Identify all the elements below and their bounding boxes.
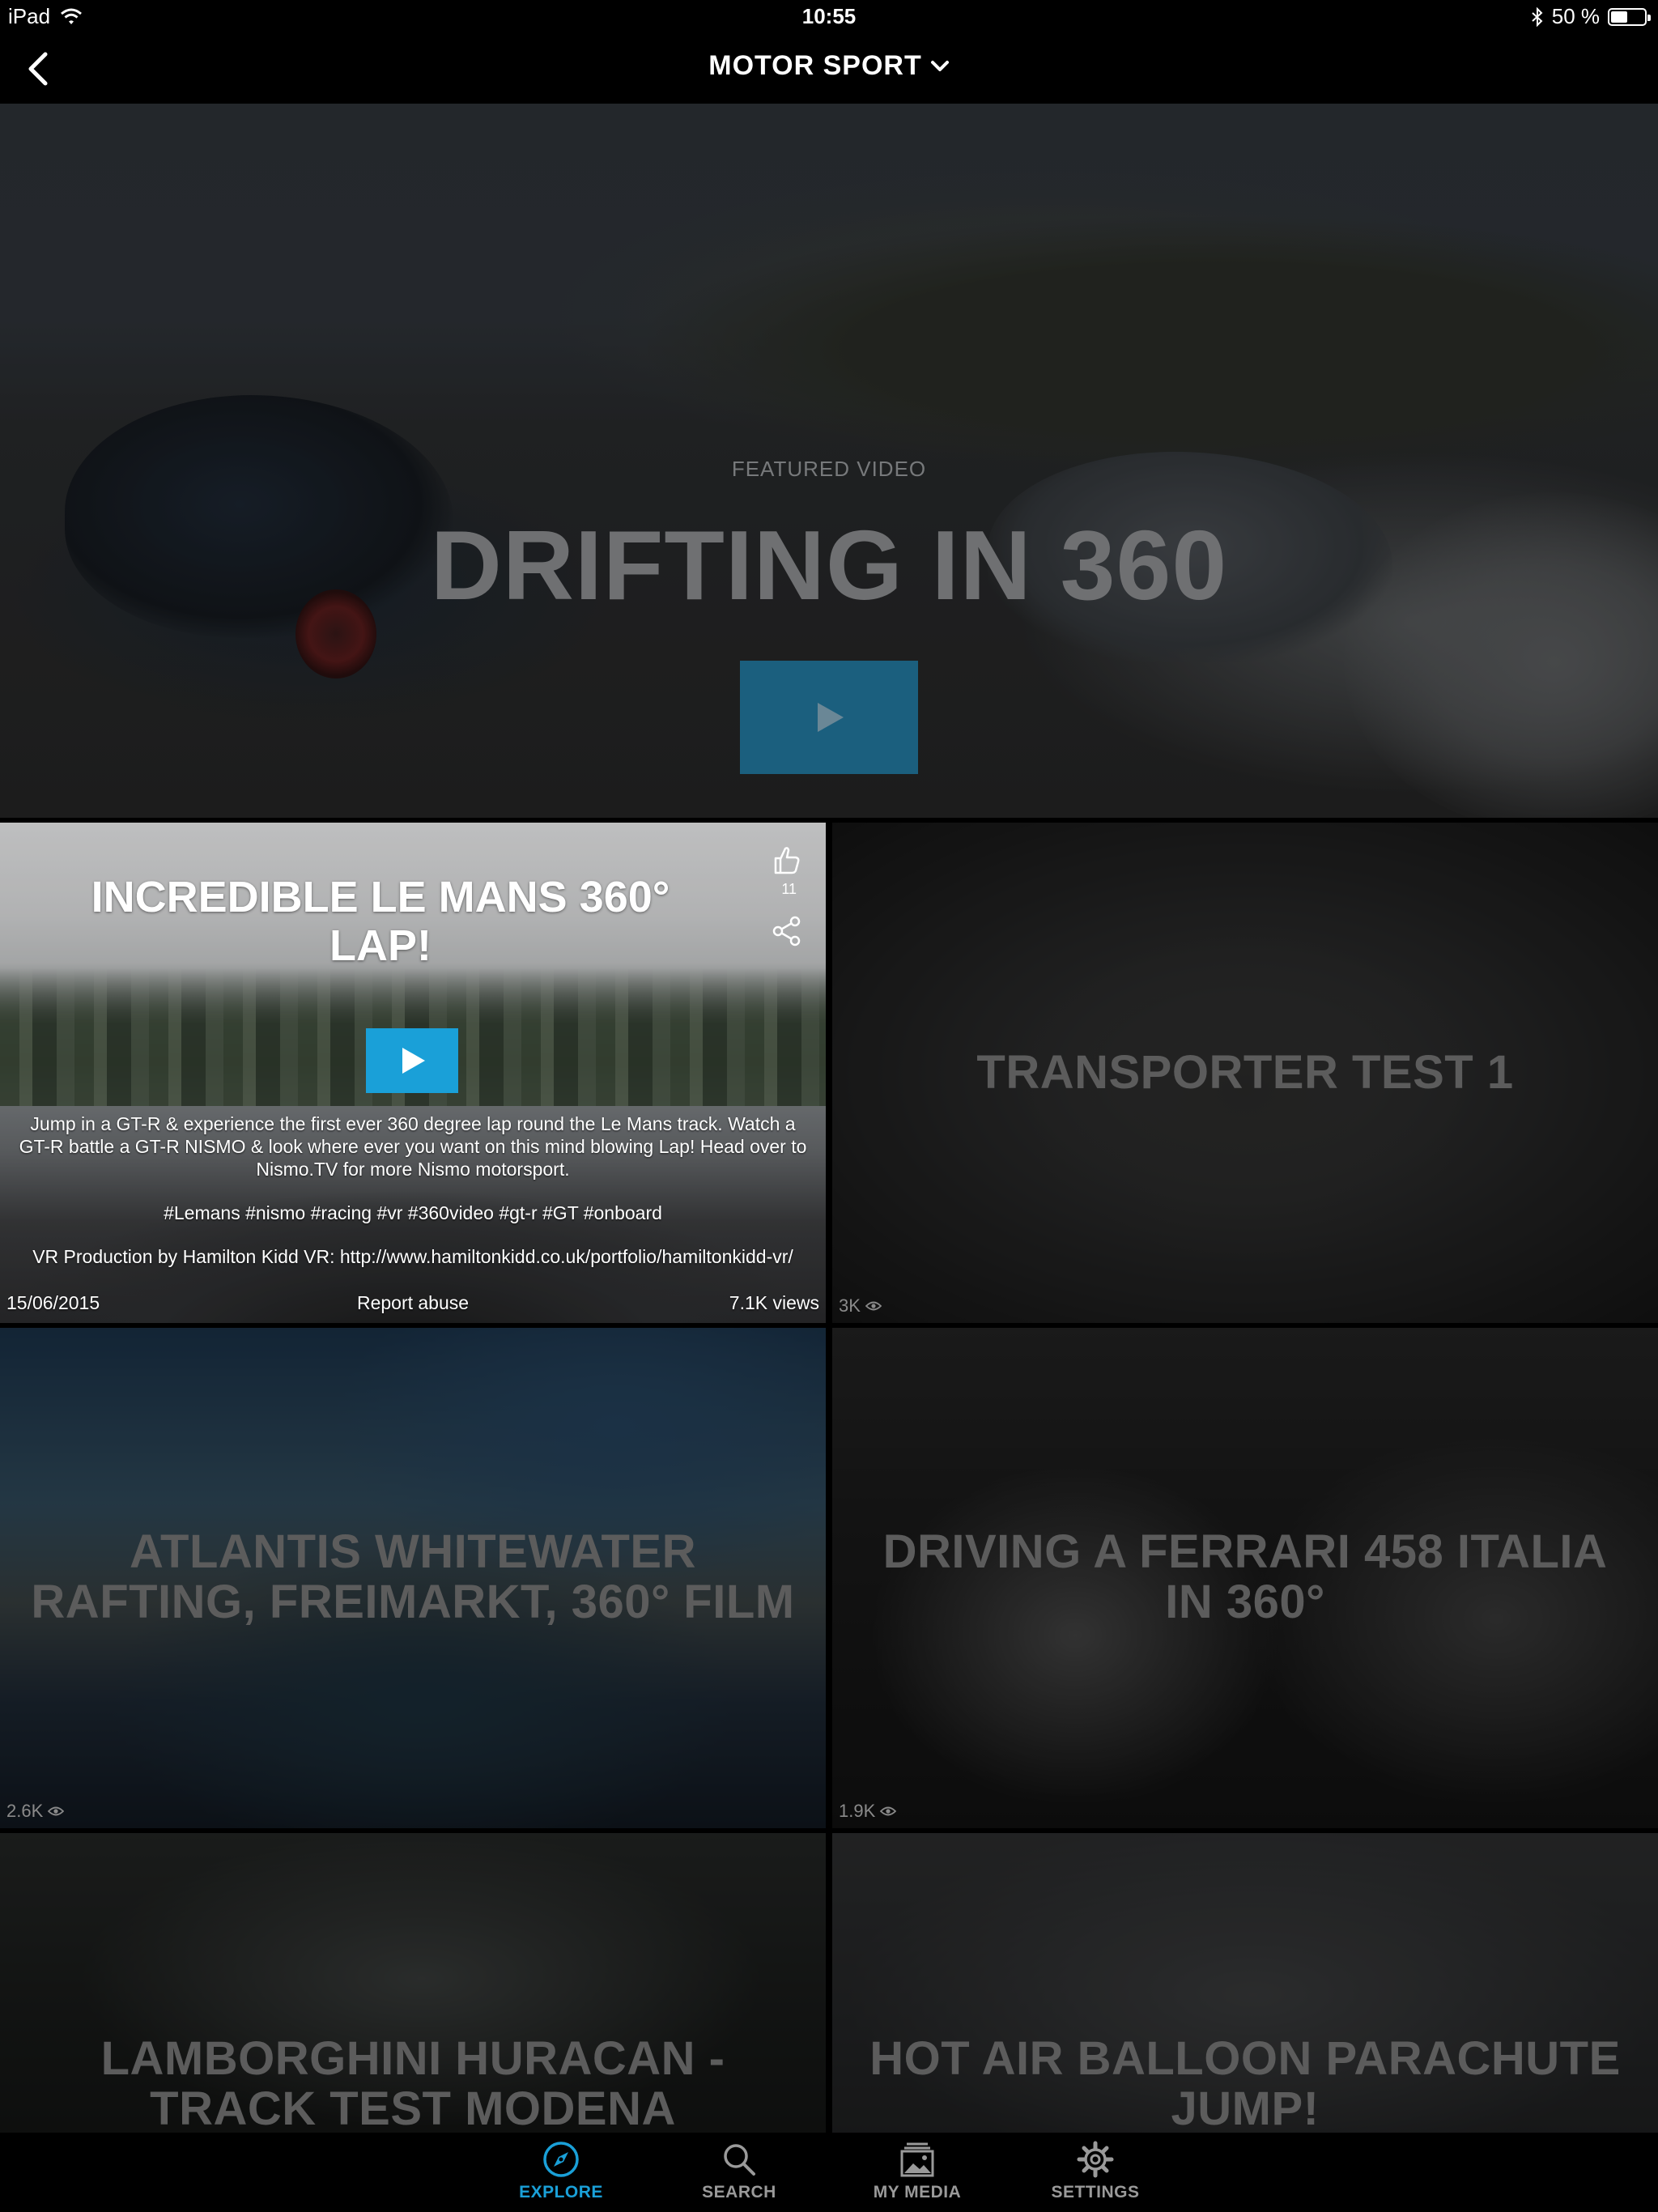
gear-icon [1077,2141,1114,2178]
view-count-value: 2.6K [6,1801,44,1821]
play-icon [402,1048,425,1074]
video-title: LAMBORGHINI HURACAN - TRACK TEST MODENA [100,2032,725,2135]
video-title: TRANSPORTER TEST 1 [976,1046,1514,1099]
view-count-value: 3K [839,1295,861,1316]
nav-bar: MOTOR SPORT [0,32,1658,104]
video-tile[interactable]: TRANSPORTER TEST 1 3K [832,823,1658,1323]
eye-icon [865,1301,882,1311]
video-tile-expanded[interactable]: INCREDIBLE LE MANS 360° LAP! 11 Jump in … [0,823,826,1323]
view-count-value: 1.9K [839,1801,876,1821]
featured-video-banner[interactable]: FEATURED VIDEO DRIFTING IN 360 [0,104,1658,818]
status-bar: iPad 10:55 50 % [0,0,1658,32]
bluetooth-icon [1532,6,1543,27]
compass-icon [543,2142,579,2177]
tab-explore[interactable]: EXPLORE [480,2139,642,2210]
share-icon[interactable] [771,915,803,947]
tab-label: EXPLORE [519,2183,603,2201]
tab-settings[interactable]: SETTINGS [1014,2139,1176,2210]
view-count: 3K [839,1295,882,1317]
media-stack-icon [900,2142,934,2177]
video-play-button[interactable] [366,1028,458,1093]
status-right: 50 % [1531,4,1651,29]
video-title: HOT AIR BALLOON PARACHUTE JUMP! [869,2032,1621,2135]
eye-icon [48,1806,65,1816]
video-tile[interactable]: DRIVING A FERRARI 458 ITALIA IN 360° 1.9… [832,1328,1658,1828]
video-description: Jump in a GT-R & experience the first ev… [19,1113,807,1180]
battery-level-fill [1611,11,1627,23]
featured-label: FEATURED VIDEO [731,457,927,481]
category-selector[interactable]: MOTOR SPORT [0,50,1658,82]
tab-label: SEARCH [702,2183,776,2201]
view-count: 2.6K [6,1801,65,1822]
app: iPad 10:55 50 % MOTOR SPORT FEATURED VID… [0,0,1658,2212]
view-count: 1.9K [839,1801,897,1822]
video-description-block: Jump in a GT-R & experience the first ev… [16,1112,810,1299]
video-title: INCREDIBLE LE MANS 360° LAP! [91,873,670,970]
video-tile[interactable]: ATLANTIS WHITEWATER RAFTING, FREIMARKT, … [0,1328,826,1828]
play-icon [818,703,844,732]
video-title: ATLANTIS WHITEWATER RAFTING, FREIMARKT, … [31,1525,795,1628]
page-title: MOTOR SPORT [708,50,922,81]
video-title: DRIVING A FERRARI 458 ITALIA IN 360° [882,1525,1608,1628]
search-icon [724,2144,755,2176]
like-icon[interactable] [767,842,803,878]
tab-label: SETTINGS [1051,2183,1140,2201]
status-time: 10:55 [801,4,857,28]
tab-my-media[interactable]: MY MEDIA [836,2139,998,2210]
featured-title: DRIFTING IN 360 [430,510,1228,620]
video-views: 7.1K views [729,1292,819,1313]
tab-label: MY MEDIA [873,2183,962,2201]
battery-percent: 50 % [1551,4,1600,28]
chevron-down-icon [930,60,949,71]
video-tags: #Lemans #nismo #racing #vr #360video #gt… [164,1202,662,1223]
tab-search[interactable]: SEARCH [658,2139,820,2210]
eye-icon [880,1806,897,1816]
battery-icon [1608,7,1651,26]
featured-play-button[interactable] [740,661,918,774]
report-abuse-link[interactable]: Report abuse [0,1292,826,1314]
video-footer: 15/06/2015 Report abuse 7.1K views [0,1292,826,1317]
video-credit: VR Production by Hamilton Kidd VR: http:… [32,1246,793,1267]
tab-bar: EXPLORE SEARCH MY MEDIA SETTINGS [0,2133,1658,2212]
like-count: 11 [781,881,797,897]
